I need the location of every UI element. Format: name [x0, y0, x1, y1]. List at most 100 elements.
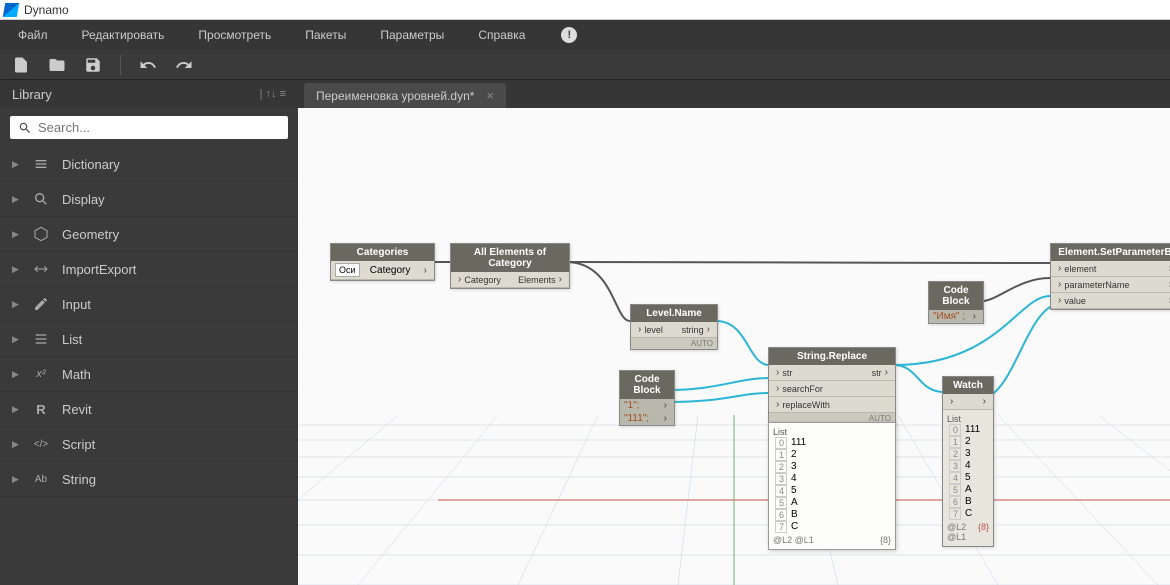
code-icon: </>	[32, 435, 50, 453]
node-string-replace[interactable]: String.Replace ›strstr› ›searchFor ›repl…	[768, 347, 896, 425]
toolbar	[0, 50, 1170, 80]
menu-help[interactable]: Справка	[470, 24, 533, 46]
lib-label: Geometry	[62, 227, 119, 242]
menubar: Файл Редактировать Просмотреть Пакеты Па…	[0, 20, 1170, 50]
menu-file[interactable]: Файл	[10, 24, 56, 46]
swap-icon	[32, 260, 50, 278]
lib-label: String	[62, 472, 96, 487]
node-all-elements[interactable]: All Elements of Category ›Category Eleme…	[450, 243, 570, 289]
lib-item-display[interactable]: ▶Display	[0, 182, 298, 217]
library-header: Library | ↑↓ ≡	[0, 80, 298, 108]
node-codeblock-name[interactable]: Code Block "Имя" ;›	[928, 281, 984, 324]
math-icon: x²	[32, 365, 50, 383]
port-str[interactable]: str	[782, 368, 792, 378]
port-out[interactable]: Elements	[518, 275, 556, 285]
port-out[interactable]: Category	[370, 265, 411, 276]
search-input[interactable]	[38, 120, 280, 135]
search-box[interactable]	[10, 116, 288, 139]
code-text[interactable]: "111";	[624, 413, 649, 424]
node-canvas[interactable]: Categories Оси Category› All Elements of…	[298, 108, 1170, 585]
library-title: Library	[12, 87, 52, 102]
lib-label: Display	[62, 192, 105, 207]
code-text[interactable]: "Имя" ;	[933, 311, 965, 322]
library-sidebar: Library | ↑↓ ≡ ▶Dictionary ▶Display ▶Geo…	[0, 80, 298, 585]
lib-label: ImportExport	[62, 262, 136, 277]
port-searchfor[interactable]: searchFor	[782, 384, 823, 394]
lib-label: Input	[62, 297, 91, 312]
port-out[interactable]: string	[682, 325, 704, 335]
lib-label: Script	[62, 437, 95, 452]
open-folder-icon[interactable]	[48, 56, 66, 74]
library-view-toggles[interactable]: | ↑↓ ≡	[260, 88, 286, 100]
perspective-grid	[298, 385, 1170, 585]
node-preview[interactable]: List 0111 12 23 34 45 5A 6B 7C @L2 @L1{8…	[768, 422, 896, 550]
tab-label: Переименовка уровней.dyn*	[316, 89, 474, 103]
app-title: Dynamo	[24, 3, 69, 17]
toolbar-divider	[120, 55, 121, 75]
book-icon	[32, 155, 50, 173]
port-in[interactable]: level	[644, 325, 663, 335]
watch-output: List 0111 12 23 34 45 5A 6B 7C @L2 @L1{8…	[943, 410, 993, 546]
node-level-name[interactable]: Level.Name ›level string› AUTO	[630, 304, 718, 350]
document-tab[interactable]: Переименовка уровней.dyn* ×	[304, 83, 506, 108]
cube-icon	[32, 225, 50, 243]
lib-item-script[interactable]: ▶</>Script	[0, 427, 298, 462]
node-set-parameter[interactable]: Element.SetParameterB ›element› ›paramet…	[1050, 243, 1170, 310]
info-icon[interactable]: !	[561, 27, 577, 43]
lib-item-dictionary[interactable]: ▶Dictionary	[0, 147, 298, 182]
node-watch[interactable]: Watch ›› List 0111 12 23 34 45 5A 6B 7C …	[942, 376, 994, 547]
node-title: String.Replace	[769, 348, 895, 365]
menu-edit[interactable]: Редактировать	[74, 24, 173, 46]
save-icon[interactable]	[84, 56, 102, 74]
port-out[interactable]: str	[872, 368, 882, 378]
pencil-icon	[32, 295, 50, 313]
tab-strip: Переименовка уровней.dyn* ×	[298, 80, 1170, 108]
node-categories[interactable]: Categories Оси Category›	[330, 243, 435, 281]
lib-item-input[interactable]: ▶Input	[0, 287, 298, 322]
lib-label: Dictionary	[62, 157, 120, 172]
lib-label: Revit	[62, 402, 92, 417]
list-icon	[32, 330, 50, 348]
lib-item-list[interactable]: ▶List	[0, 322, 298, 357]
node-title: Level.Name	[631, 305, 717, 322]
port-paramname[interactable]: parameterName	[1064, 280, 1129, 290]
wires	[298, 108, 1170, 585]
app-logo-icon	[3, 3, 19, 17]
lib-item-importexport[interactable]: ▶ImportExport	[0, 252, 298, 287]
node-codeblock-search[interactable]: Code Block "1";› "111";›	[619, 370, 675, 426]
text-icon: Ab	[32, 470, 50, 488]
node-title: All Elements of Category	[451, 244, 569, 272]
tab-close-icon[interactable]: ×	[486, 88, 494, 103]
lib-item-string[interactable]: ▶AbString	[0, 462, 298, 497]
lib-item-math[interactable]: ▶x²Math	[0, 357, 298, 392]
lib-label: List	[62, 332, 82, 347]
port-value[interactable]: value	[1064, 296, 1086, 306]
new-file-icon[interactable]	[12, 56, 30, 74]
node-title: Watch	[943, 377, 993, 394]
undo-icon[interactable]	[139, 56, 157, 74]
canvas-area: Переименовка уровней.dyn* ×	[298, 80, 1170, 585]
node-title: Code Block	[929, 282, 983, 310]
menu-view[interactable]: Просмотреть	[190, 24, 279, 46]
lib-item-geometry[interactable]: ▶Geometry	[0, 217, 298, 252]
revit-icon: R	[32, 400, 50, 418]
node-title: Code Block	[620, 371, 674, 399]
port-element[interactable]: element	[1064, 264, 1096, 274]
node-title: Element.SetParameterB	[1051, 244, 1170, 261]
library-list: ▶Dictionary ▶Display ▶Geometry ▶ImportEx…	[0, 147, 298, 585]
menu-settings[interactable]: Параметры	[372, 24, 452, 46]
search-icon	[18, 121, 32, 135]
node-title: Categories	[331, 244, 434, 261]
redo-icon[interactable]	[175, 56, 193, 74]
watch-label: List	[947, 414, 989, 424]
node-lacing: AUTO	[631, 338, 717, 349]
lib-item-revit[interactable]: ▶RRevit	[0, 392, 298, 427]
titlebar: Dynamo	[0, 0, 1170, 20]
port-in[interactable]: Category	[464, 275, 501, 285]
magnify-icon	[32, 190, 50, 208]
code-text[interactable]: "1";	[624, 400, 639, 411]
menu-packages[interactable]: Пакеты	[297, 24, 354, 46]
preview-label: List	[773, 427, 891, 437]
port-replacewith[interactable]: replaceWith	[782, 400, 830, 410]
categories-dropdown[interactable]: Оси	[335, 263, 360, 277]
